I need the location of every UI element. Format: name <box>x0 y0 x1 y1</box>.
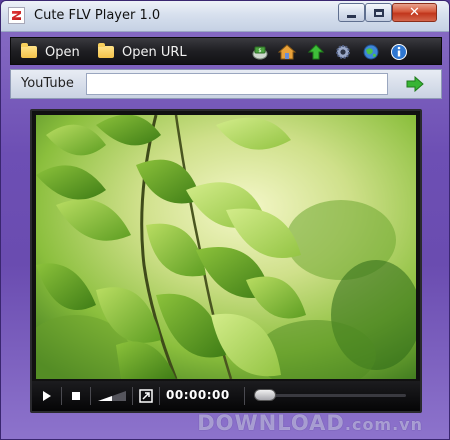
minimize-icon <box>347 15 356 18</box>
play-icon <box>43 391 51 401</box>
toolbar: Open Open URL $ <box>10 37 442 65</box>
stop-button[interactable] <box>67 387 85 405</box>
window-title: Cute FLV Player 1.0 <box>34 8 161 23</box>
open-url-label: Open URL <box>122 44 187 60</box>
play-button[interactable] <box>38 387 56 405</box>
info-icon[interactable] <box>389 42 409 62</box>
watermark-main: DOWNLOAD <box>197 411 345 435</box>
divider <box>61 387 62 405</box>
app-logo-icon[interactable] <box>8 7 25 24</box>
stop-icon <box>72 392 80 400</box>
close-button[interactable]: ✕ <box>392 3 437 22</box>
volume-slider[interactable] <box>96 387 128 405</box>
folder-icon <box>98 43 114 58</box>
divider <box>90 387 91 405</box>
globe-icon[interactable] <box>361 42 381 62</box>
open-button[interactable]: Open <box>21 42 80 62</box>
seek-handle[interactable] <box>254 389 276 401</box>
go-button[interactable] <box>404 75 426 93</box>
youtube-url-bar: YouTube <box>10 69 442 99</box>
video-frame: 00:00:00 <box>30 109 422 413</box>
folder-icon <box>21 43 37 58</box>
divider <box>132 387 133 405</box>
maximize-button[interactable] <box>365 3 392 22</box>
title-bar[interactable]: Cute FLV Player 1.0 ✕ <box>1 1 449 32</box>
watermark: DOWNLOAD.com.vn <box>197 411 423 435</box>
settings-gear-icon[interactable] <box>333 42 353 62</box>
svg-text:$: $ <box>258 48 261 54</box>
fullscreen-button[interactable] <box>137 387 155 405</box>
video-frame-image <box>36 115 416 379</box>
youtube-label: YouTube <box>21 76 74 91</box>
maximize-icon <box>373 8 384 17</box>
go-arrow-icon <box>406 76 424 92</box>
open-url-button[interactable]: Open URL <box>98 42 187 62</box>
minimize-button[interactable] <box>338 3 365 22</box>
time-display: 00:00:00 <box>166 388 230 402</box>
watermark-suffix: .com.vn <box>344 415 423 434</box>
fullscreen-icon <box>139 389 153 403</box>
seek-bar[interactable] <box>254 394 406 397</box>
up-arrow-icon[interactable] <box>306 42 326 62</box>
video-display[interactable] <box>36 115 416 379</box>
home-icon[interactable] <box>277 42 297 62</box>
money-icon[interactable]: $ <box>250 42 270 62</box>
volume-icon <box>98 391 126 401</box>
close-icon: ✕ <box>409 5 420 20</box>
divider <box>244 387 245 405</box>
youtube-url-input[interactable] <box>86 73 388 95</box>
playback-controls: 00:00:00 <box>32 381 420 411</box>
app-window: Cute FLV Player 1.0 ✕ Open Open URL $ Yo… <box>0 0 450 440</box>
divider <box>159 387 160 405</box>
open-label: Open <box>45 44 80 60</box>
